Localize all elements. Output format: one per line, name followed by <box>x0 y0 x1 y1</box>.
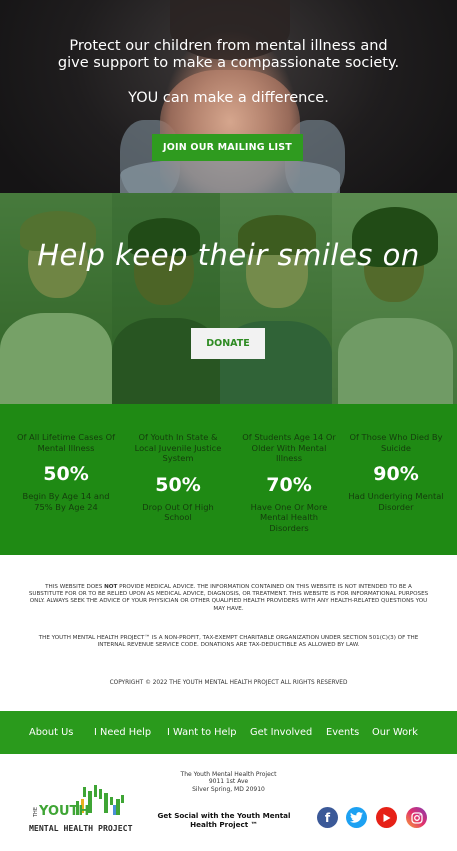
svg-text:MENTAL HEALTH PROJECT: MENTAL HEALTH PROJECT <box>29 823 133 833</box>
hero-banner: Protect our children from mental illness… <box>0 0 457 193</box>
youtube-play-glyph <box>383 813 391 822</box>
smiles-banner: Help keep their smiles on DONATE <box>0 193 457 404</box>
instagram-camera-glyph <box>410 811 423 824</box>
nonprofit-notice: THE YOUTH MENTAL HEALTH PROJECT™ IS A NO… <box>38 635 419 649</box>
join-mailing-list-button[interactable]: JOIN OUR MAILING LIST <box>152 134 303 161</box>
stat-label: Of All Lifetime Cases Of Mental Illness <box>16 432 116 453</box>
stat-label: Of Those Who Died By Suicide <box>349 432 443 453</box>
donate-button[interactable]: DONATE <box>191 328 265 359</box>
svg-text:YOUTH: YOUTH <box>38 804 89 819</box>
stat-block: Of Students Age 14 Or Older With Mental … <box>239 432 339 533</box>
twitter-bird-glyph <box>350 812 363 823</box>
org-name: The Youth Mental Health Project <box>180 771 277 778</box>
copyright: COPYRIGHT © 2022 THE YOUTH MENTAL HEALTH… <box>109 680 348 686</box>
youtube-icon[interactable] <box>376 807 397 828</box>
instagram-icon[interactable] <box>406 807 427 828</box>
stat-block: Of All Lifetime Cases Of Mental Illness … <box>16 432 116 512</box>
youth-mental-health-logo[interactable]: THE YOUTH MENTAL HEALTH PROJECT <box>28 783 136 838</box>
nav-events[interactable]: Events <box>326 711 359 754</box>
stat-percent: 70% <box>266 473 312 496</box>
hero-photo-shirt <box>120 160 340 193</box>
social-caption: Get Social with the Youth Mental Health … <box>157 811 291 829</box>
stat-label: Of Youth In State & Local Juvenile Justi… <box>134 432 222 463</box>
twitter-icon[interactable] <box>346 807 367 828</box>
nav-our-work[interactable]: Our Work <box>372 711 418 754</box>
stat-description: Begin By Age 14 and 75% By Age 24 <box>22 491 110 512</box>
nav-i-need-help[interactable]: I Need Help <box>94 711 151 754</box>
logo-hands-icon: THE YOUTH MENTAL HEALTH PROJECT <box>29 785 133 833</box>
green-overlay <box>0 193 457 404</box>
nav-i-want-to-help[interactable]: I Want to Help <box>167 711 237 754</box>
footer-nav: About Us I Need Help I Want to Help Get … <box>0 711 457 754</box>
stat-percent: 90% <box>373 463 419 485</box>
stat-description: Had Underlying Mental Disorder <box>348 491 444 512</box>
stat-percent: 50% <box>155 473 201 496</box>
hero-heading-line1: Protect our children from mental illness… <box>69 38 388 54</box>
stat-percent: 50% <box>43 463 89 485</box>
disclaimer-emphasis: NOT <box>104 584 118 590</box>
stat-label: Of Students Age 14 Or Older With Mental … <box>242 432 336 463</box>
stat-description: Drop Out Of High School <box>142 501 214 523</box>
hero-tagline: YOU can make a difference. <box>128 90 329 106</box>
facebook-icon[interactable]: f <box>317 807 338 828</box>
medical-disclaimer: THIS WEBSITE DOES NOT PROVIDE MEDICAL AD… <box>28 584 429 613</box>
smiles-heading: Help keep their smiles on <box>37 238 420 272</box>
nav-about-us[interactable]: About Us <box>29 711 73 754</box>
stat-description: Have One Or More Mental Health Disorders <box>250 501 328 533</box>
statistics-section: Of All Lifetime Cases Of Mental Illness … <box>0 404 457 555</box>
disclaimer-text: THIS WEBSITE DOES <box>45 584 105 590</box>
nav-get-involved[interactable]: Get Involved <box>250 711 312 754</box>
stat-block: Of Those Who Died By Suicide 90% Had Und… <box>346 432 446 512</box>
hero-heading-line2: give support to make a compassionate soc… <box>57 55 400 71</box>
stat-block: Of Youth In State & Local Juvenile Justi… <box>128 432 228 523</box>
